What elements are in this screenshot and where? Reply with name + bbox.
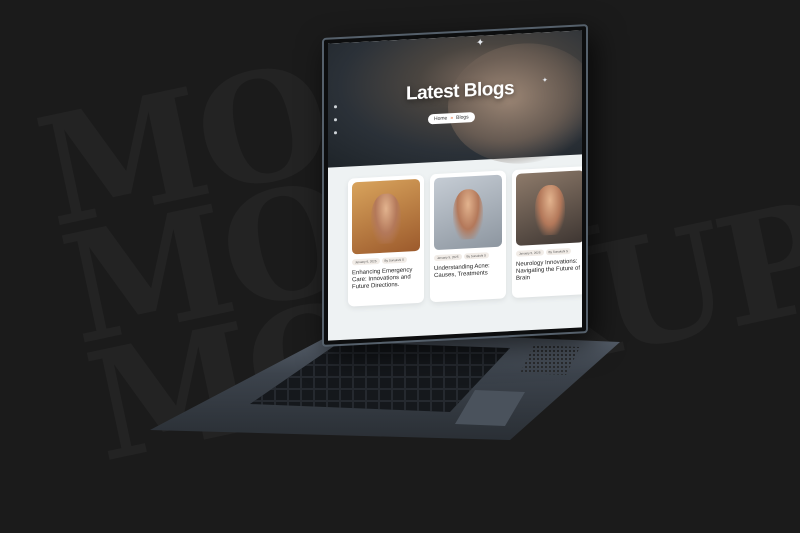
blog-meta: January 6, 2025 By Sonakshi S xyxy=(352,256,420,266)
laptop-screen: ✦ ✦ ✦ Latest Blogs Home » Blogs January … xyxy=(322,24,588,347)
blog-card[interactable]: January 6, 2025 By Sonakshi S Enhancing … xyxy=(348,174,424,307)
blog-thumbnail[interactable] xyxy=(352,178,420,255)
blog-meta: January 5, 2025 By Sonakshi S xyxy=(434,252,502,262)
blog-thumbnail[interactable] xyxy=(516,170,582,246)
blog-card[interactable]: January 5, 2025 By Sonakshi S Understand… xyxy=(430,170,506,303)
blog-thumbnail[interactable] xyxy=(434,174,502,251)
blog-list: January 6, 2025 By Sonakshi S Enhancing … xyxy=(348,166,582,307)
sparkle-icon: ✦ xyxy=(542,77,548,85)
breadcrumb-separator: » xyxy=(450,115,454,122)
blog-meta: January 5, 2025 By Sonakshi S xyxy=(516,247,582,257)
date-badge: January 5, 2025 xyxy=(516,249,544,257)
date-badge: January 5, 2025 xyxy=(434,253,462,262)
blog-card[interactable]: January 5, 2025 By Sonakshi S Neurology … xyxy=(512,166,582,299)
author-badge: By Sonakshi S xyxy=(463,252,490,260)
sparkle-icon: ✦ xyxy=(476,37,485,49)
breadcrumb-current: Blogs xyxy=(456,114,469,121)
date-badge: January 6, 2025 xyxy=(352,257,380,266)
author-badge: By Sonakshi S xyxy=(381,256,408,264)
blog-title-link[interactable]: Understanding Acne: Causes, Treatments xyxy=(434,263,502,281)
blog-title-link[interactable]: Neurology Innovations: Navigating the Fu… xyxy=(516,258,582,283)
website-viewport: ✦ ✦ ✦ Latest Blogs Home » Blogs January … xyxy=(328,30,582,341)
hero-image xyxy=(448,39,582,168)
author-badge: By Sonakshi S xyxy=(545,247,572,256)
blog-title-link[interactable]: Enhancing Emergency Care: Innovations an… xyxy=(352,267,420,292)
side-dots xyxy=(334,105,337,135)
hero-banner: ✦ ✦ ✦ Latest Blogs Home » Blogs xyxy=(328,30,582,168)
breadcrumb-home-link[interactable]: Home xyxy=(434,115,447,122)
